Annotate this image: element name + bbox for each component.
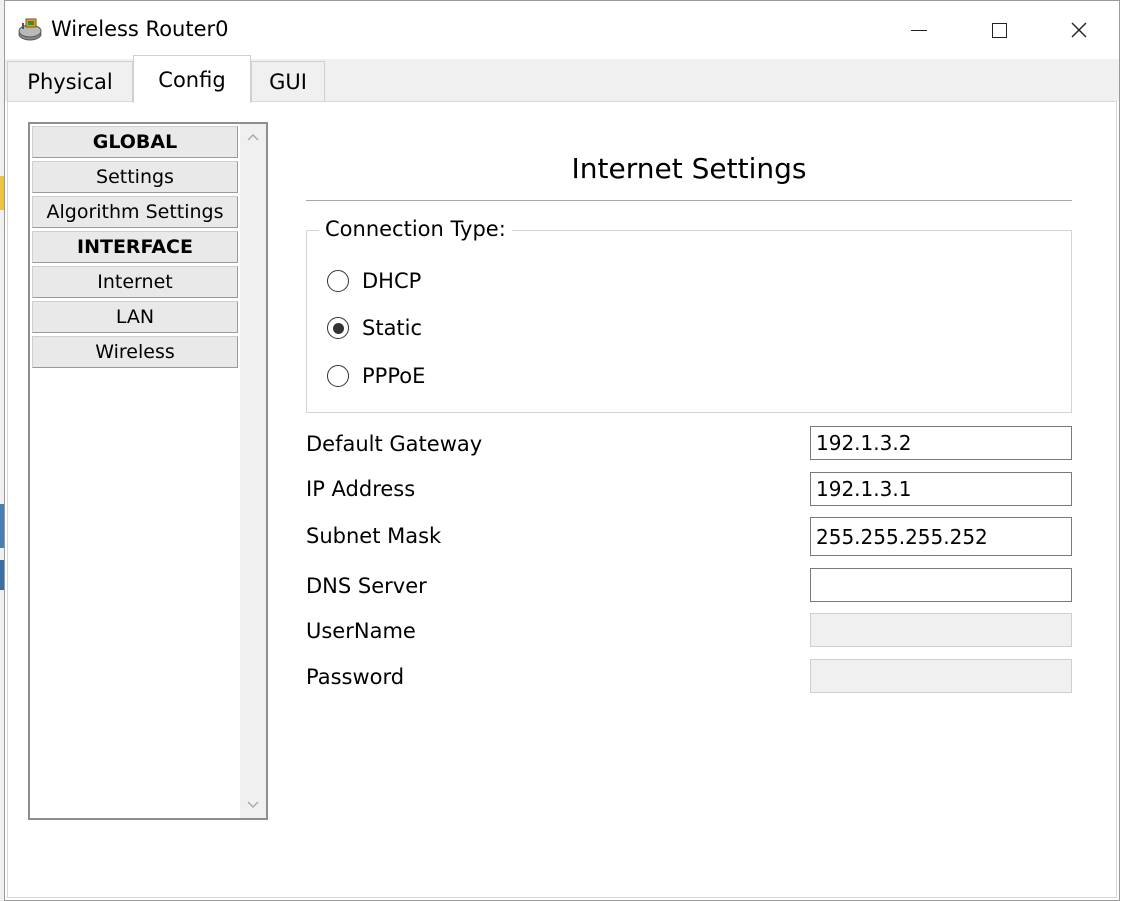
scroll-down-icon[interactable] — [246, 798, 260, 812]
dns-server-label: DNS Server — [306, 574, 427, 598]
title-divider — [306, 200, 1072, 201]
radio-dhcp-label: DHCP — [362, 269, 422, 293]
ip-address-input[interactable] — [810, 472, 1072, 506]
tab-strip: Physical Config GUI — [5, 55, 1119, 103]
password-label: Password — [306, 665, 405, 689]
radio-static[interactable]: Static — [327, 316, 422, 340]
radio-unchecked-icon[interactable] — [327, 365, 349, 387]
connection-type-group: Connection Type: DHCP Static PPPoE — [306, 217, 1072, 413]
maximize-icon — [991, 22, 1007, 38]
internet-settings-panel: Internet Settings Connection Type: DHCP … — [306, 102, 1076, 892]
sidebar-item-internet[interactable]: Internet — [32, 266, 238, 298]
sidebar-item-wireless[interactable]: Wireless — [32, 336, 238, 368]
router-config-window: Wireless Router0 Physical Config GUI GLO… — [4, 0, 1120, 901]
maximize-button[interactable] — [959, 1, 1039, 59]
dns-server-input[interactable] — [810, 568, 1072, 602]
ip-address-label: IP Address — [306, 477, 416, 501]
default-gateway-input[interactable] — [810, 426, 1072, 460]
close-button[interactable] — [1039, 1, 1119, 59]
title-bar[interactable]: Wireless Router0 — [5, 1, 1119, 59]
router-icon — [17, 17, 43, 43]
username-input[interactable] — [810, 613, 1072, 647]
minimize-icon — [911, 29, 927, 31]
radio-unchecked-icon[interactable] — [327, 270, 349, 292]
sidebar-item-settings[interactable]: Settings — [32, 161, 238, 193]
tab-physical[interactable]: Physical — [7, 61, 133, 101]
radio-pppoe-label: PPPoE — [362, 364, 426, 388]
connection-type-legend: Connection Type: — [319, 217, 512, 241]
password-input[interactable] — [810, 659, 1072, 693]
page-title: Internet Settings — [571, 152, 807, 185]
sidebar-header-global: GLOBAL — [32, 126, 238, 158]
sidebar-scrollbar[interactable] — [240, 124, 266, 818]
sidebar-list: GLOBAL Settings Algorithm Settings INTER… — [32, 126, 238, 371]
default-gateway-label: Default Gateway — [306, 432, 483, 456]
scroll-up-icon[interactable] — [246, 130, 260, 144]
subnet-mask-label: Subnet Mask — [306, 524, 442, 548]
config-panel: GLOBAL Settings Algorithm Settings INTER… — [7, 101, 1117, 898]
sidebar-header-interface: INTERFACE — [32, 231, 238, 263]
window-title: Wireless Router0 — [51, 17, 229, 41]
tab-config[interactable]: Config — [133, 55, 251, 103]
radio-static-label: Static — [362, 316, 423, 340]
config-sidebar: GLOBAL Settings Algorithm Settings INTER… — [28, 122, 268, 820]
sidebar-item-lan[interactable]: LAN — [32, 301, 238, 333]
subnet-mask-input[interactable] — [810, 517, 1072, 556]
tab-gui[interactable]: GUI — [251, 61, 325, 101]
minimize-button[interactable] — [879, 1, 959, 59]
sidebar-item-algorithm-settings[interactable]: Algorithm Settings — [32, 196, 238, 228]
radio-checked-icon[interactable] — [327, 317, 349, 339]
close-icon — [1071, 22, 1087, 38]
username-label: UserName — [306, 619, 416, 643]
radio-dhcp[interactable]: DHCP — [327, 269, 421, 293]
radio-pppoe[interactable]: PPPoE — [327, 364, 425, 388]
